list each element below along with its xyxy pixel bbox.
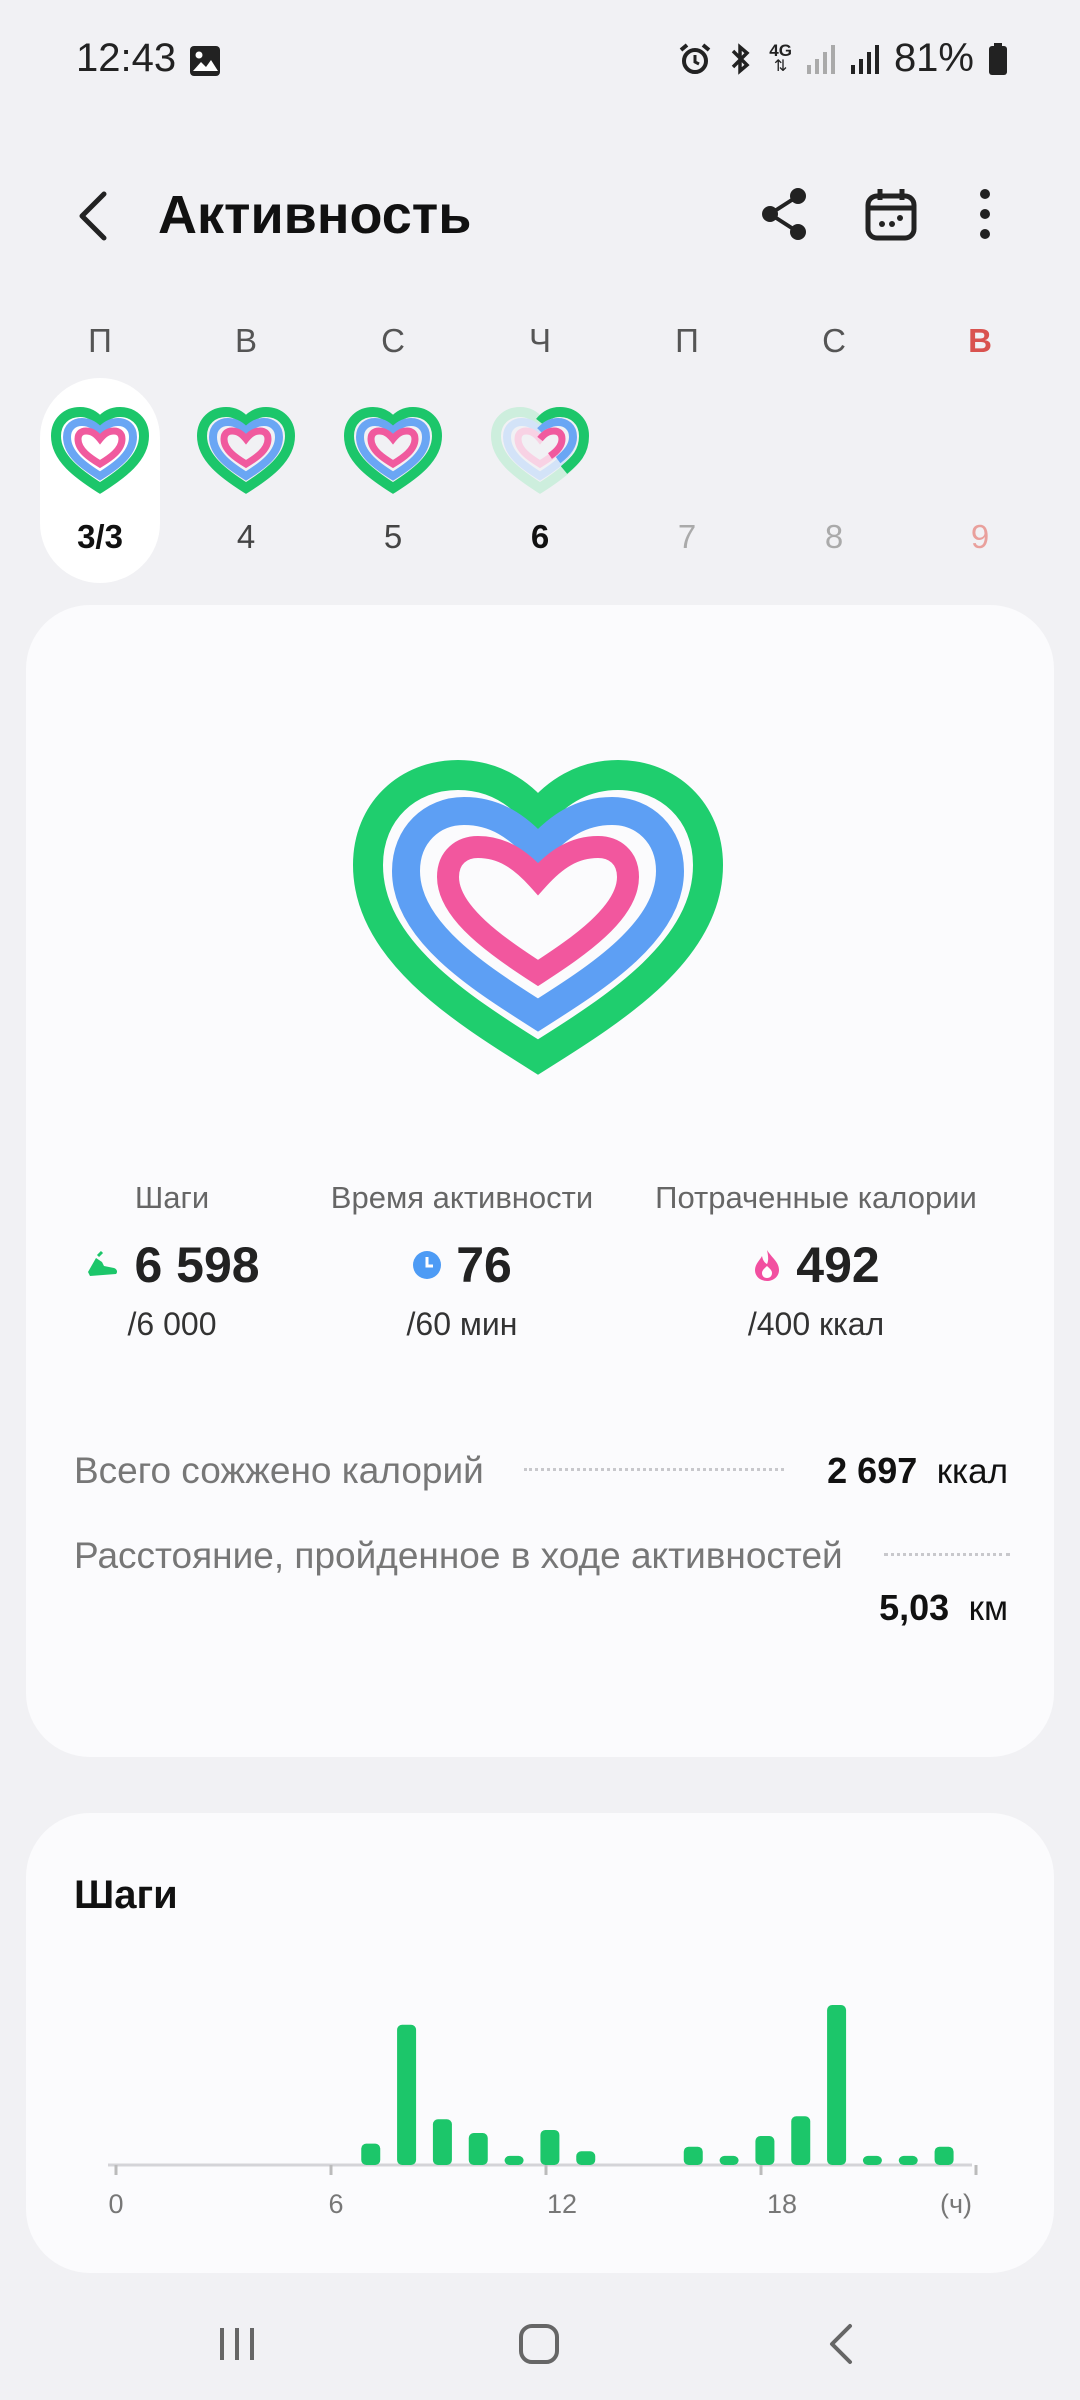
steps-card[interactable]: Шаги 0 6 12 18 (ч) — [26, 1813, 1054, 2273]
dotted-leader — [884, 1553, 1010, 1556]
metric-value: 6 598 — [134, 1237, 260, 1293]
network-indicator: 4G ⇅ — [769, 41, 792, 75]
battery-icon — [989, 42, 1007, 75]
metric-calories[interactable]: Потраченные калории 492 /400 ккал — [646, 1180, 986, 1343]
day-letter: П — [675, 322, 699, 359]
shoe-icon — [88, 1250, 118, 1276]
week-strip: П 3/3 В 4 С 5 Ч 6 П 7 С 8 В 9 — [0, 300, 1080, 590]
steps-bar — [898, 2155, 918, 2165]
distance-label: Расстояние, пройденное в ходе активносте… — [74, 1535, 843, 1576]
day-number: 5 — [383, 518, 403, 555]
day-item-1[interactable]: В 4 — [186, 300, 306, 580]
metric-value: 492 — [796, 1237, 880, 1293]
day-letter: В — [234, 322, 257, 359]
steps-bar — [719, 2155, 739, 2165]
day-letter: Ч — [529, 322, 551, 359]
day-number: 7 — [677, 518, 697, 555]
steps-bar — [683, 2146, 703, 2165]
signal-icon — [806, 44, 835, 74]
steps-bar — [576, 2151, 596, 2165]
metric-goal: /60 мин — [406, 1306, 518, 1342]
alarm-icon — [679, 42, 711, 74]
day-letter: С — [381, 322, 405, 359]
metric-steps[interactable]: Шаги 6 598 /6 000 — [66, 1180, 278, 1343]
signal-icon-2 — [850, 44, 879, 74]
page-title: Активность — [158, 185, 472, 245]
day-letter: П — [88, 322, 112, 359]
flame-icon — [755, 1250, 780, 1281]
day-number: 4 — [236, 518, 256, 555]
activity-heart-rings — [352, 759, 724, 1075]
calendar-icon[interactable] — [862, 184, 920, 244]
day-item-5: С 8 — [774, 300, 894, 580]
app-header: Активность — [0, 170, 1080, 260]
dotted-leader — [524, 1468, 784, 1471]
status-time: 12:43 — [76, 36, 177, 80]
x-tick-label: 12 — [547, 2189, 577, 2219]
day-item-2[interactable]: С 5 — [333, 300, 453, 580]
steps-bar — [862, 2155, 882, 2165]
x-tick-label: 0 — [108, 2189, 123, 2219]
recent-apps-icon[interactable] — [202, 2314, 272, 2374]
steps-bar — [468, 2133, 488, 2165]
steps-bar — [827, 2005, 847, 2165]
day-item-0[interactable]: П 3/3 — [40, 300, 160, 580]
x-tick-label: 18 — [767, 2189, 797, 2219]
distance-value: 5,03 км — [879, 1587, 1008, 1628]
steps-bar — [432, 2119, 452, 2165]
activity-ring-icon — [194, 404, 298, 496]
battery-percent: 81% — [893, 36, 974, 80]
share-icon[interactable] — [758, 184, 812, 244]
image-icon — [190, 46, 220, 76]
more-vertical-icon[interactable] — [970, 184, 1000, 244]
steps-bar — [397, 2024, 417, 2165]
steps-bar-chart: 0 6 12 18 (ч) — [108, 2005, 978, 2219]
status-icons: 4G ⇅ 81% — [677, 36, 1008, 81]
metric-label: Шаги — [134, 1180, 210, 1215]
x-unit-label: (ч) — [940, 2189, 972, 2219]
steps-bar — [934, 2146, 954, 2165]
status-bar: 12:43 4G ⇅ 81% — [0, 0, 1080, 120]
steps-bar — [540, 2129, 560, 2165]
day-item-4: П 7 — [627, 300, 747, 580]
day-item-3[interactable]: Ч 6 — [480, 300, 600, 580]
total-calories-row: Всего сожжено калорий 2 697 ккал — [74, 1450, 1008, 1500]
day-number: 3/3 — [77, 518, 123, 555]
total-calories-value: 2 697 ккал — [827, 1450, 1008, 1491]
x-tick-label: 6 — [328, 2189, 343, 2219]
metric-label: Время активности — [330, 1180, 594, 1215]
metric-goal: /6 000 — [127, 1306, 217, 1342]
back-arrow-icon[interactable] — [66, 186, 122, 246]
home-icon[interactable] — [504, 2314, 574, 2374]
day-number: 9 — [970, 518, 990, 555]
metric-value: 76 — [456, 1237, 512, 1293]
day-letter: В — [968, 322, 992, 359]
metric-label: Потраченные калории — [655, 1180, 977, 1215]
steps-bar — [504, 2155, 524, 2165]
day-item-6: В 9 — [920, 300, 1040, 580]
activity-ring-icon — [48, 404, 152, 496]
day-number: 6 — [530, 518, 550, 555]
steps-bar — [755, 2136, 775, 2165]
clock-icon — [413, 1251, 442, 1279]
activity-ring-partial-icon — [488, 404, 592, 496]
day-number: 8 — [824, 518, 844, 555]
steps-bar — [791, 2116, 811, 2165]
total-calories-label: Всего сожжено калорий — [74, 1450, 484, 1491]
activity-ring-icon — [341, 404, 445, 496]
activity-card: Шаги 6 598 /6 000 Время активности 76 /6… — [26, 605, 1054, 1757]
metric-active-time[interactable]: Время активности 76 /60 мин — [322, 1180, 602, 1343]
distance-row: Расстояние, пройденное в ходе активносте… — [74, 1535, 1010, 1645]
nav-back-icon[interactable] — [806, 2314, 876, 2374]
metric-goal: /400 ккал — [747, 1306, 885, 1342]
bluetooth-icon — [732, 42, 750, 75]
steps-bar — [361, 2143, 381, 2165]
nav-bar — [0, 2290, 1080, 2400]
day-letter: С — [822, 322, 846, 359]
